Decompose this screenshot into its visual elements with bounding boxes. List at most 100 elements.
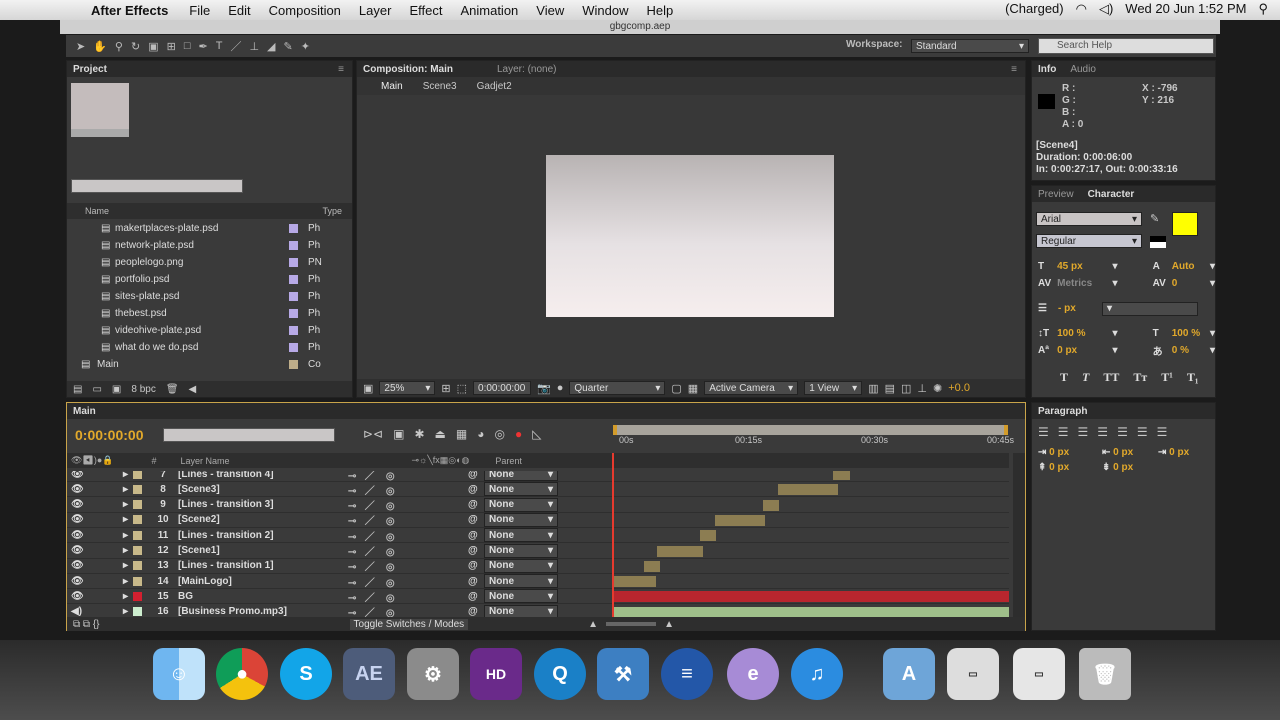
type-tool-icon[interactable]: T — [216, 40, 223, 52]
selection-tool-icon[interactable]: ➤ — [76, 40, 85, 53]
visibility-icon[interactable]: 👁 — [67, 560, 123, 571]
label-color[interactable] — [289, 258, 298, 267]
eraser-tool-icon[interactable]: ◢ — [267, 40, 275, 53]
project-item[interactable]: ▤ portfolio.psd Ph — [67, 271, 342, 288]
pickwhip-icon[interactable]: @ — [468, 514, 484, 525]
search-help-input[interactable]: Search Help — [1038, 38, 1214, 54]
pickwhip-icon[interactable]: @ — [468, 499, 484, 510]
timeline-timecode[interactable]: 0:00:00:00 — [75, 427, 144, 443]
eyedropper-icon[interactable]: ✎ — [1150, 212, 1159, 225]
applications-folder-icon[interactable]: A — [883, 648, 935, 700]
layer-duration-bar[interactable] — [833, 471, 851, 480]
layer-name[interactable]: [Scene3] — [178, 484, 348, 495]
indent-right-field[interactable]: ⇤ 0 px — [1102, 447, 1158, 458]
grid-icon[interactable]: ⊞ — [441, 382, 450, 395]
trash-icon[interactable]: 🗑 — [1079, 648, 1131, 700]
tab-project[interactable]: Project — [73, 64, 107, 75]
col-type[interactable]: Type — [322, 206, 342, 216]
hscale-value[interactable]: 100 % — [1172, 328, 1210, 339]
layer-name[interactable]: [Scene2] — [178, 514, 348, 525]
layer-switches[interactable]: ⊸ ／ ◎ — [348, 543, 468, 558]
layer-row[interactable]: 👁 ▸ 13 [Lines - transition 1] ⊸ ／ ◎ @ None ▾ — [67, 558, 1009, 574]
finder-icon[interactable]: ☺ — [153, 648, 205, 700]
spotlight-icon[interactable]: ⚲ — [1258, 1, 1268, 17]
roto-tool-icon[interactable]: ✎ — [284, 40, 293, 53]
time-ruler[interactable]: 00s 00:15s 00:30s 00:45s — [613, 435, 1014, 449]
frame-blending-icon[interactable]: ▦ — [456, 427, 467, 441]
draft-3d-icon[interactable]: ✱ — [414, 427, 424, 441]
layer-duration-bar[interactable] — [614, 591, 1009, 603]
justify-center-icon[interactable]: ☰ — [1117, 425, 1128, 439]
pickwhip-icon[interactable]: @ — [468, 484, 484, 495]
layer-duration-bar[interactable] — [614, 606, 1009, 617]
expand-icon[interactable]: ▸ — [123, 530, 133, 541]
bpc-button[interactable]: 8 bpc — [131, 384, 155, 395]
visibility-icon[interactable]: 👁 — [67, 591, 123, 602]
expand-icon[interactable]: ▸ — [123, 545, 133, 556]
comp-mini-flowchart-icon[interactable]: ⊳⊲ — [363, 427, 383, 441]
layer-row[interactable]: 👁 ▸ 11 [Lines - transition 2] ⊸ ／ ◎ @ None ▾ — [67, 528, 1009, 544]
label-color[interactable] — [289, 292, 298, 301]
baseline-value[interactable]: 0 px — [1057, 345, 1112, 356]
system-preferences-icon[interactable]: ⚙ — [407, 648, 459, 700]
exposure-value[interactable]: +0.0 — [948, 382, 970, 394]
layer-switches[interactable]: ⊸ ／ ◎ — [348, 528, 468, 543]
parent-dropdown[interactable]: None ▾ — [484, 482, 558, 497]
tab-main-timeline[interactable]: Main — [73, 406, 96, 417]
resolution-dropdown[interactable]: Quarter ▾ — [569, 381, 666, 395]
fast-previews-icon[interactable]: ▤ — [885, 382, 895, 395]
layer-duration-bar[interactable] — [614, 576, 657, 588]
itunes-icon[interactable]: ♫ — [791, 648, 843, 700]
mask-icon[interactable]: ⬚ — [457, 382, 467, 395]
menu-effect[interactable]: Effect — [400, 3, 451, 18]
layer-label-color[interactable] — [133, 576, 142, 586]
menu-view[interactable]: View — [527, 3, 573, 18]
indent-left-field[interactable]: ⇥ 0 px — [1038, 447, 1102, 458]
small-caps-button[interactable]: Tт — [1133, 370, 1147, 385]
layer-row[interactable]: 👁 ▸ 12 [Scene1] ⊸ ／ ◎ @ None ▾ — [67, 543, 1009, 559]
parent-dropdown[interactable]: None ▾ — [484, 604, 558, 617]
faux-bold-button[interactable]: T — [1060, 370, 1068, 385]
scroll-left-icon[interactable]: ◀ — [189, 384, 197, 395]
visibility-icon[interactable]: 👁 — [67, 545, 123, 556]
all-caps-button[interactable]: TT — [1103, 370, 1119, 385]
workspace-dropdown[interactable]: Standard ▾ — [911, 39, 1029, 53]
superscript-button[interactable]: T¹ — [1161, 370, 1173, 385]
panel-menu-icon[interactable]: ≡ — [338, 64, 352, 75]
expand-icon[interactable]: ▸ — [123, 484, 133, 495]
label-color[interactable] — [289, 241, 298, 250]
flowchart-icon[interactable]: ⊥ — [917, 382, 927, 395]
layer-switches[interactable]: ⊸ ／ ◎ — [348, 497, 468, 512]
zoom-out-icon[interactable]: ▲ — [588, 619, 598, 630]
layer-switches[interactable]: ⊸ ／ ◎ — [348, 589, 468, 604]
project-search-input[interactable] — [71, 179, 243, 193]
app-icon[interactable]: ≡ — [661, 648, 713, 700]
col-name[interactable]: Name — [85, 206, 109, 216]
layer-duration-bar[interactable] — [763, 499, 780, 511]
xcode-icon[interactable]: ⚒ — [597, 648, 649, 700]
project-item[interactable]: ▤ sites-plate.psd Ph — [67, 288, 342, 305]
pickwhip-icon[interactable]: @ — [468, 591, 484, 602]
layer-label-color[interactable] — [133, 471, 142, 479]
new-comp-icon[interactable]: ▣ — [112, 384, 121, 395]
layer-switches[interactable]: ⊸ ／ ◎ — [348, 512, 468, 527]
e-app-icon[interactable]: e — [727, 648, 779, 700]
snapshot-icon[interactable]: 📷 — [537, 382, 551, 395]
layer-duration-bar[interactable] — [657, 545, 703, 557]
tab-layer[interactable]: Layer: (none) — [497, 64, 556, 75]
layer-label-color[interactable] — [133, 484, 142, 494]
layer-name[interactable]: [Scene1] — [178, 545, 348, 556]
label-color[interactable] — [289, 275, 298, 284]
motion-blur-icon[interactable]: ◕ — [477, 427, 484, 441]
layer-label-color[interactable] — [133, 607, 142, 617]
subscript-button[interactable]: T₁ — [1187, 370, 1199, 385]
indent-first-field[interactable]: ⇥ 0 px — [1158, 447, 1189, 458]
current-time[interactable]: 0:00:00:00 — [473, 381, 532, 395]
auto-keyframe-icon[interactable]: ● — [515, 427, 522, 441]
layer-row[interactable]: 👁 ▸ 9 [Lines - transition 3] ⊸ ／ ◎ @ None ▾ — [67, 497, 1009, 513]
playhead[interactable] — [612, 453, 614, 617]
breadcrumb-scene3[interactable]: Scene3 — [423, 81, 457, 92]
wifi-icon[interactable]: ◠ — [1076, 1, 1087, 17]
stroke-value[interactable]: - px — [1058, 303, 1102, 314]
project-item[interactable]: ▤ what do we do.psd Ph — [67, 339, 342, 356]
